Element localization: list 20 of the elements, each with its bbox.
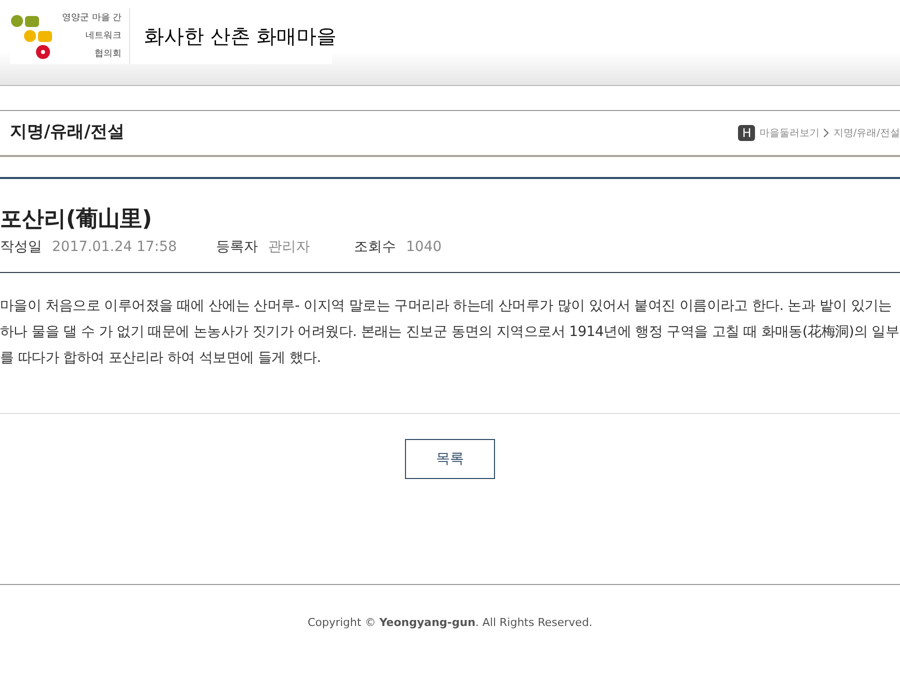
page-heading: 지명/유래/전설: [10, 121, 124, 144]
logo-text: 협의회: [94, 48, 122, 61]
meta-value: 1040: [406, 238, 442, 257]
meta-value: 2017.01.24 17:58: [52, 238, 177, 257]
site-title: 화사한 산촌 화매마을: [144, 23, 337, 50]
logo[interactable]: 영양군 마을 간 네트워크 협의회: [10, 8, 130, 64]
home-badge[interactable]: H: [738, 125, 756, 141]
copyright-text: Copyright © Yeongyang-gun. All Rights Reserved.: [308, 616, 592, 629]
post-title: 포산리(葡山里): [0, 206, 154, 234]
meta-label: 조회수: [354, 238, 396, 257]
logo-text: 영양군 마을 간: [62, 12, 122, 25]
logo-text: 네트워크: [86, 30, 122, 43]
list-button[interactable]: 목록: [405, 439, 495, 479]
chevron-icon: [823, 128, 830, 138]
breadcrumb-link[interactable]: 마을둘러보기: [759, 126, 820, 140]
breadcrumb-link[interactable]: 지명/유래/전설: [833, 126, 900, 140]
post-body: 마을이 처음으로 이루어졌을 때에 산에는 산머루- 이지역 말로는 구머리라 하는데 산머루가 많이 있어서 붙여진 이름이라고 한다. 논과 밭이 있기는 하나 물을 댈 수 가 없기 때문에 논농사가 짓기가 어려웠다. 본래는 진보군 동면의 지역으로서 1914년에 행정 구역을 고칠 때 화매동(花梅洞)의 일부를 따다가 합하여 포산리라 하여 석보면에 들게 했다.: [0, 297, 900, 368]
meta-value: 관리자: [268, 238, 310, 257]
meta-label: 작성일: [0, 238, 42, 257]
meta-label: 등록자: [216, 238, 258, 257]
